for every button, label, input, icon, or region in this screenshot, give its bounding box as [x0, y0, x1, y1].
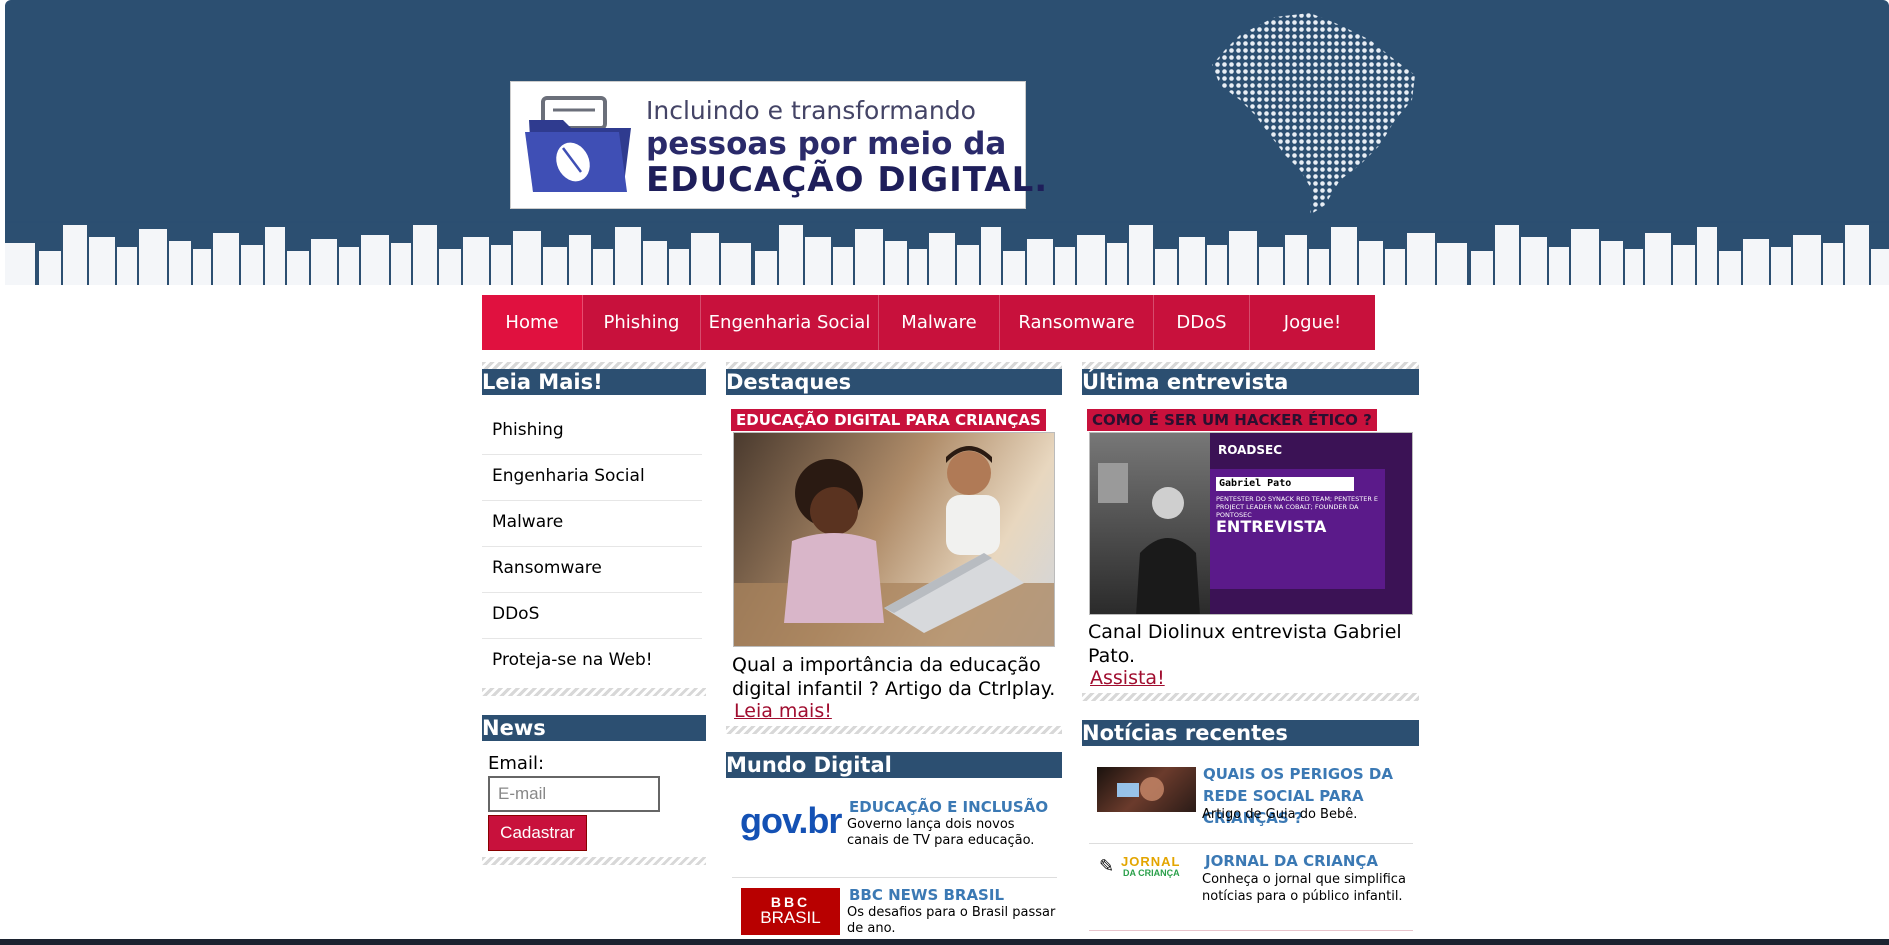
divider-stripe: [726, 726, 1062, 734]
email-label: Email:: [488, 753, 545, 774]
md-item-title[interactable]: EDUCAÇÃO E INCLUSÃO: [849, 798, 1048, 816]
interviewee-role: PENTESTER DO SYNACK RED TEAM; PENTESTER …: [1216, 495, 1379, 519]
interviewee-silhouette: [1098, 463, 1200, 614]
roadsec-brand: ROADSEC: [1218, 443, 1283, 457]
brazil-map-graphic: [1212, 13, 1415, 215]
banner-line-2: pessoas por meio da: [646, 126, 1007, 162]
bbc-brasil-logo: BBC BRASIL: [741, 888, 840, 935]
site-header: Incluindo e transformando pessoas por me…: [5, 0, 1889, 285]
banner-line-3: EDUCAÇÃO DIGITAL.: [646, 160, 1049, 200]
md-item-text: Os desafios para o Brasil passar de ano.: [847, 905, 1056, 936]
children-laptop-photo[interactable]: [733, 432, 1055, 647]
nav-engenharia-social[interactable]: Engenharia Social: [701, 295, 879, 350]
nav-ddos[interactable]: DDoS: [1154, 295, 1250, 350]
leia-mais-item-proteja-se[interactable]: Proteja-se na Web!: [482, 640, 702, 685]
destaques-title: Destaques: [726, 369, 1062, 395]
item-separator: [1089, 843, 1413, 844]
jornal-logo-bottom: DA CRIANÇA: [1123, 868, 1180, 878]
nav-home[interactable]: Home: [482, 295, 583, 350]
destaques-caption: Qual a importância da educação digital i…: [732, 654, 1056, 700]
reading-figure-icon: ✎: [1099, 856, 1115, 876]
noticia-text: Artigo de Guia do Bebê.: [1202, 807, 1358, 822]
leia-mais-item-phishing[interactable]: Phishing: [482, 410, 702, 455]
interview-photo-area: [1090, 433, 1210, 614]
interviewee-name: Gabriel Pato: [1216, 477, 1354, 491]
mundo-digital-title: Mundo Digital: [726, 752, 1062, 778]
nav-jogue[interactable]: Jogue!: [1250, 295, 1375, 350]
window-bottom-bar: [0, 939, 1889, 945]
noticia-title[interactable]: JORNAL DA CRIANÇA: [1205, 850, 1415, 872]
entrevista-tag: COMO É SER UM HACKER ÉTICO ?: [1087, 409, 1377, 431]
noticia-text: Conheça o jornal que simplifica notícias…: [1202, 872, 1406, 904]
interview-word: ENTREVISTA: [1216, 517, 1327, 536]
nav-phishing[interactable]: Phishing: [583, 295, 701, 350]
nav-ransomware[interactable]: Ransomware: [1000, 295, 1154, 350]
leia-mais-list: Phishing Engenharia Social Malware Ranso…: [482, 410, 702, 686]
md-item-title[interactable]: BBC NEWS BRASIL: [849, 886, 1004, 904]
leia-mais-item-engenharia-social[interactable]: Engenharia Social: [482, 456, 702, 501]
leia-mais-link[interactable]: Leia mais!: [734, 700, 832, 722]
leia-mais-title: Leia Mais!: [482, 369, 706, 395]
main-navigation: Home Phishing Engenharia Social Malware …: [482, 295, 1375, 350]
jornal-logo-top: JORNAL: [1121, 854, 1181, 869]
leia-mais-item-ransomware[interactable]: Ransomware: [482, 548, 702, 593]
roadsec-interview-image[interactable]: ROADSEC Gabriel Pato PENTESTER DO SYNACK…: [1089, 432, 1413, 615]
children-laptop-illustration: [734, 446, 1054, 646]
noticias-recentes-title: Notícias recentes: [1082, 720, 1419, 746]
jornal-da-crianca-logo: ✎ JORNAL DA CRIANÇA: [1099, 854, 1196, 884]
leia-mais-item-malware[interactable]: Malware: [482, 502, 702, 547]
email-input[interactable]: E-mail: [488, 776, 660, 812]
destaques-tag: EDUCAÇÃO DIGITAL PARA CRIANÇAS: [731, 409, 1046, 431]
ultima-entrevista-title: Última entrevista: [1082, 369, 1419, 395]
banner-line-1: Incluindo e transformando: [646, 96, 976, 125]
education-banner: Incluindo e transformando pessoas por me…: [510, 81, 1047, 209]
news-title: News: [482, 715, 706, 741]
item-separator: [1089, 930, 1413, 931]
nav-malware[interactable]: Malware: [879, 295, 1000, 350]
child-phone-thumbnail: [1117, 777, 1164, 801]
leia-mais-item-ddos[interactable]: DDoS: [482, 594, 702, 639]
city-skyline-graphic: [5, 221, 1889, 285]
bbc-logo-bottom: BRASIL: [760, 908, 821, 927]
divider-stripe: [1082, 693, 1419, 701]
item-separator: [732, 877, 1057, 878]
entrevista-caption: Canal Diolinux entrevista Gabriel Pato.: [1088, 621, 1402, 667]
folder-mouse-icon: [525, 96, 631, 192]
md-item-text: Governo lança dois novos canais de TV pa…: [847, 817, 1035, 848]
govbr-logo: gov.br: [740, 800, 842, 841]
divider-stripe: [482, 688, 706, 696]
assista-link[interactable]: Assista!: [1090, 667, 1165, 689]
noticia-thumbnail: [1097, 767, 1196, 812]
divider-stripe: [482, 857, 706, 865]
cadastrar-button[interactable]: Cadastrar: [488, 815, 587, 851]
